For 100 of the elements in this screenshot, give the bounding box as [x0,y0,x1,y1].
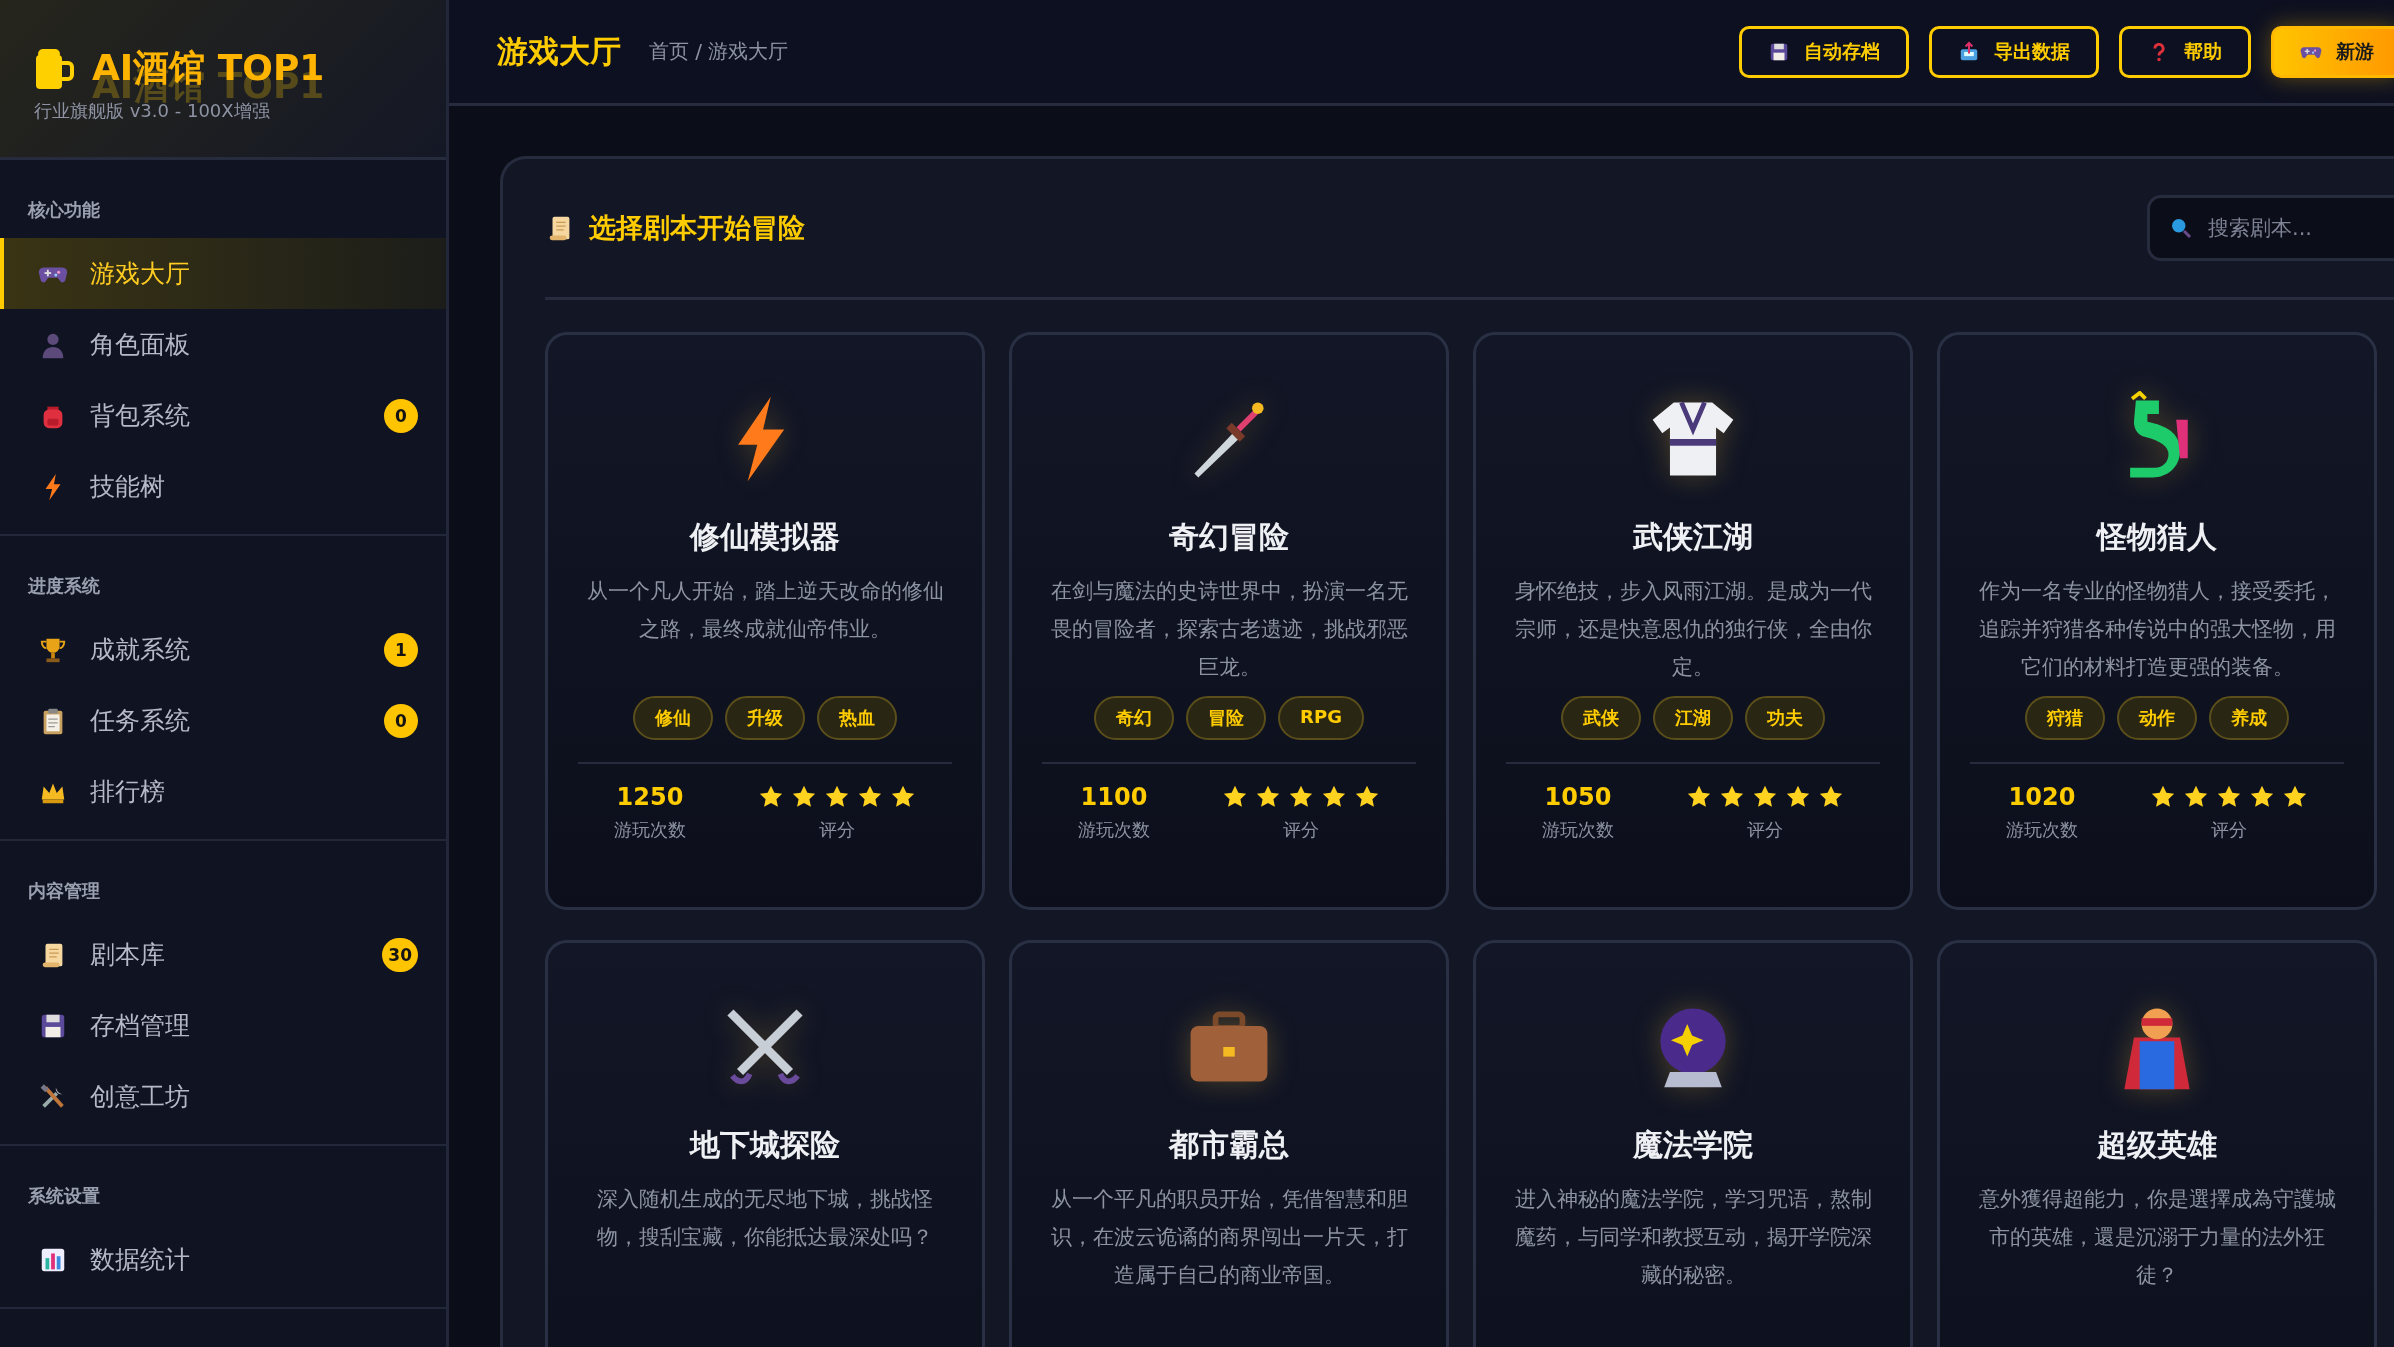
card-description: 从一个凡人开始，踏上逆天改命的修仙之路，最终成就仙帝伟业。 [585,578,945,643]
star-icon [1752,784,1778,810]
nav-item[interactable]: 角色面板 [0,309,446,380]
card-title: 奇幻冒险 [1169,518,1289,556]
count-badge: 30 [382,937,418,972]
card-description: 进入神秘的魔法学院，学习咒语，熬制魔药，与同学和教授互动，揭开学院深藏的秘密。 [1513,1186,1873,1289]
page-title: 游戏大厅 [497,31,621,71]
app-title: AI酒馆 TOP1 [92,46,325,90]
star-icon [2216,784,2242,810]
tag: 冒险 [1186,696,1267,740]
export-icon [1958,40,1980,63]
card-description: 身怀绝技，步入风雨江湖。是成为一代宗师，还是快意恩仇的独行侠，全由你定。 [1513,578,1873,681]
card-title: 超级英雄 [2097,1126,2217,1164]
tag: RPG [1278,696,1364,740]
stat-label: 游玩次数 [1078,818,1150,842]
star-icon [1288,784,1314,810]
panel-title: 选择剧本开始冒险 [589,211,805,245]
stat-label: 游玩次数 [614,818,686,842]
star-icon [857,784,883,810]
nav-item[interactable]: 技能树 [0,451,446,522]
header-button[interactable]: 导出数据 [1929,25,2099,78]
section-heading: 核心功能 [26,198,101,222]
card-description: 在剑与魔法的史诗世界中，扮演一名无畏的冒险者，探索古老遗迹，挑战邪恶巨龙。 [1049,578,1409,681]
script-card[interactable]: 魔法学院 进入神秘的魔法学院，学习咒语，熬制魔药，与同学和教授互动，揭开学院深藏的秘密。 [1473,940,1913,1347]
star-icon [2150,784,2176,810]
tag: 升级 [725,696,805,740]
star-icon [1222,784,1248,810]
script-card[interactable]: 地下城探险 深入随机生成的无尽地下城，挑战怪物，搜刮宝藏，你能抵达最深处吗？ [545,940,985,1347]
section-heading: 系统设置 [27,1184,101,1208]
stat-label: 游玩次数 [2006,818,2078,842]
nav-item[interactable]: 游戏大厅 [0,238,446,309]
card-title: 都市霸总 [1169,1126,1289,1164]
script-card[interactable]: 都市霸总 从一个平凡的职员开始，凭借智慧和胆识，在波云诡谲的商界闯出一片天，打造属于自己的商业帝国。 [1009,940,1449,1347]
script-card[interactable]: 武侠江湖 身怀绝技，步入风雨江湖。是成为一代宗师，还是快意恩仇的独行侠，全由你定。 武侠 江湖 功夫 1050 游玩次数 评分 [1473,332,1913,910]
tag: 奇幻 [1094,696,1175,740]
star-icon [1686,784,1712,810]
star-icon [1719,784,1745,810]
star-icon [1785,784,1811,810]
card-description: 深入随机生成的无尽地下城，挑战怪物，搜刮宝藏，你能抵达最深处吗？ [596,1186,934,1251]
count-badge: 0 [384,398,418,433]
breadcrumb: 首页 / 游戏大厅 [649,38,789,65]
card-title: 地下城探险 [690,1126,840,1164]
nav-item[interactable]: 数据统计 [0,1224,446,1295]
stat-label: 评分 [2211,818,2247,842]
card-title: 修仙模拟器 [690,518,840,556]
header-button[interactable]: 新游 [2271,25,2394,78]
star-icon [1321,784,1347,810]
section-heading: 内容管理 [27,879,101,903]
tag: 狩猎 [2025,696,2105,740]
stat-label: 游玩次数 [1542,818,1614,842]
app-subtitle: 行业旗舰版 v3.0 - 100X增强 [34,99,271,123]
count-badge: 1 [384,632,418,667]
play-count: 1250 [616,782,684,813]
star-icon [1818,784,1844,810]
nav-item[interactable]: 存档管理 [0,990,446,1061]
card-title: 武侠江湖 [1633,518,1753,556]
count-badge: 0 [384,703,418,738]
script-card[interactable]: 奇幻冒险 在剑与魔法的史诗世界中，扮演一名无畏的冒险者，探索古老遗迹，挑战邪恶巨龙。 奇幻 冒险 RPG 1100 游玩次数 评分 [1009,332,1449,910]
star-icon [791,784,817,810]
tag: 江湖 [1653,696,1733,740]
stat-label: 评分 [819,818,855,842]
search-field[interactable]: 搜索剧本... [2147,195,2394,261]
nav-item[interactable]: 成就系统 1 [0,614,446,685]
play-count: 1050 [1544,782,1612,813]
star-icon [824,784,850,810]
header-button[interactable]: 帮助 [2119,25,2251,78]
stat-label: 评分 [1747,818,1783,842]
card-description: 从一个平凡的职员开始，凭借智慧和胆识，在波云诡谲的商界闯出一片天，打造属于自己的商业帝国。 [1049,1186,1409,1289]
card-title: 怪物猎人 [2097,518,2217,556]
script-card[interactable]: 怪物猎人 作为一名专业的怪物猎人，接受委托，追踪并狩猎各种传说中的强大怪物，用它们的材料打造更强的装备。 狩猎 动作 养成 1020 游玩次数 评分 [1937,332,2377,910]
card-title: 魔法学院 [1633,1126,1753,1164]
search-icon [2169,216,2193,240]
tag: 修仙 [633,696,713,740]
star-icon [2183,784,2209,810]
star-icon [2282,784,2308,810]
star-icon [2249,784,2275,810]
nav-item[interactable]: 创意工坊 [0,1061,446,1132]
star-icon [1354,784,1380,810]
nav-item[interactable]: 任务系统 0 [0,685,446,756]
tag: 动作 [2117,696,2197,740]
tag: 功夫 [1745,696,1825,740]
script-card[interactable]: 修仙模拟器 从一个凡人开始，踏上逆天改命的修仙之路，最终成就仙帝伟业。 修仙 升级 热血 1250 游玩次数 评分 [545,332,985,910]
nav-item[interactable]: 剧本库 30 [0,919,446,990]
tag: 养成 [2209,696,2289,740]
nav-item[interactable]: 排行榜 [0,756,446,827]
stat-label: 评分 [1283,818,1319,842]
card-description: 意外獲得超能力，你是選擇成為守護城市的英雄，還是沉溺于力量的法外狂徒？ [1977,1186,2337,1289]
star-icon [890,784,916,810]
header-button[interactable]: 自动存档 [1739,25,1909,78]
star-icon [1255,784,1281,810]
tag: 热血 [817,696,897,740]
nav-item[interactable]: 背包系统 0 [0,380,446,451]
star-icon [758,784,784,810]
play-count: 1100 [1080,782,1148,813]
beer-mug-icon [34,46,74,91]
section-heading: 进度系统 [27,574,101,598]
script-card[interactable]: 超级英雄 意外獲得超能力，你是選擇成為守護城市的英雄，還是沉溺于力量的法外狂徒？ [1937,940,2377,1347]
tag: 武侠 [1561,696,1641,740]
play-count: 1020 [2008,782,2076,813]
card-description: 作为一名专业的怪物猎人，接受委托，追踪并狩猎各种传说中的强大怪物，用它们的材料打造更强的装备。 [1977,578,2337,681]
